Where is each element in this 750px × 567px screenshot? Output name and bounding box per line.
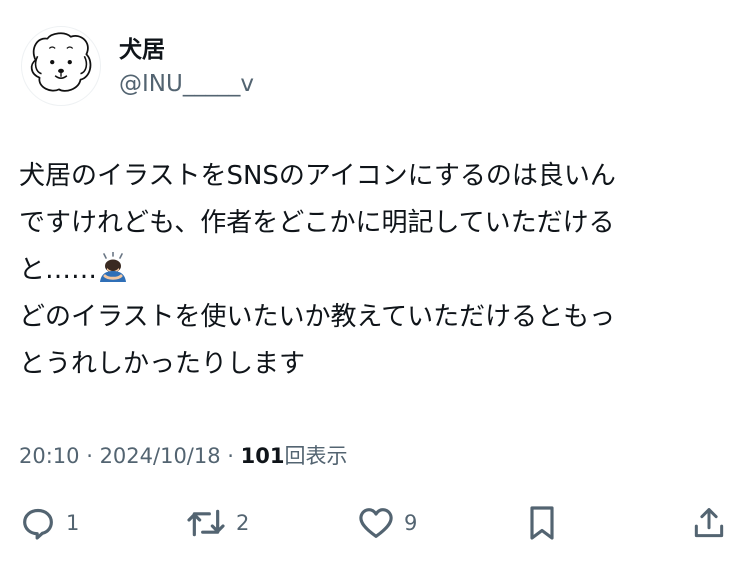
action-bar: 1 2 9: [0, 500, 750, 546]
views-count[interactable]: 101: [241, 444, 285, 468]
retweet-count: 2: [236, 511, 250, 535]
heart-icon: [359, 508, 393, 538]
tweet-line-text: と……: [19, 255, 98, 285]
reply-icon: [23, 508, 53, 540]
tweet-line: と……: [19, 247, 731, 294]
reply-count: 1: [66, 511, 80, 535]
share-button[interactable]: [690, 500, 728, 546]
like-count: 9: [404, 511, 418, 535]
tweet-time[interactable]: 20:10: [19, 444, 80, 468]
meta-separator: ·: [220, 444, 241, 468]
bookmark-button[interactable]: [525, 500, 559, 546]
share-icon: [694, 508, 724, 538]
user-handle[interactable]: @INU_____v: [119, 70, 254, 98]
tweet-date[interactable]: 2024/10/18: [100, 444, 221, 468]
tweet-text: 犬居のイラストをSNSのアイコンにするのは良いん ですけれども、作者をどこかに明…: [19, 153, 731, 388]
tweet-line: とうれしかったりします: [19, 349, 306, 379]
like-button[interactable]: 9: [356, 500, 417, 546]
tweet-meta: 20:10 · 2024/10/18 · 101回表示: [19, 441, 347, 471]
dog-avatar-icon: [30, 32, 92, 92]
bowing-person-emoji: [100, 252, 127, 282]
views-label[interactable]: 回表示: [284, 444, 347, 468]
bookmark-icon: [530, 506, 554, 540]
meta-separator: ·: [79, 444, 100, 468]
tweet-line: ですけれども、作者をどこかに明記していただける: [19, 208, 615, 238]
reply-button[interactable]: 1: [18, 500, 79, 546]
avatar[interactable]: [21, 26, 101, 106]
retweet-icon: [187, 509, 225, 537]
tweet-line: どのイラストを使いたいか教えていただけるともっ: [19, 302, 616, 332]
display-name[interactable]: 犬居: [119, 36, 165, 64]
retweet-button[interactable]: 2: [184, 500, 249, 546]
tweet: 犬居 @INU_____v 犬居のイラストをSNSのアイコンにするのは良いん で…: [0, 0, 750, 567]
tweet-line: 犬居のイラストをSNSのアイコンにするのは良いん: [19, 161, 616, 191]
